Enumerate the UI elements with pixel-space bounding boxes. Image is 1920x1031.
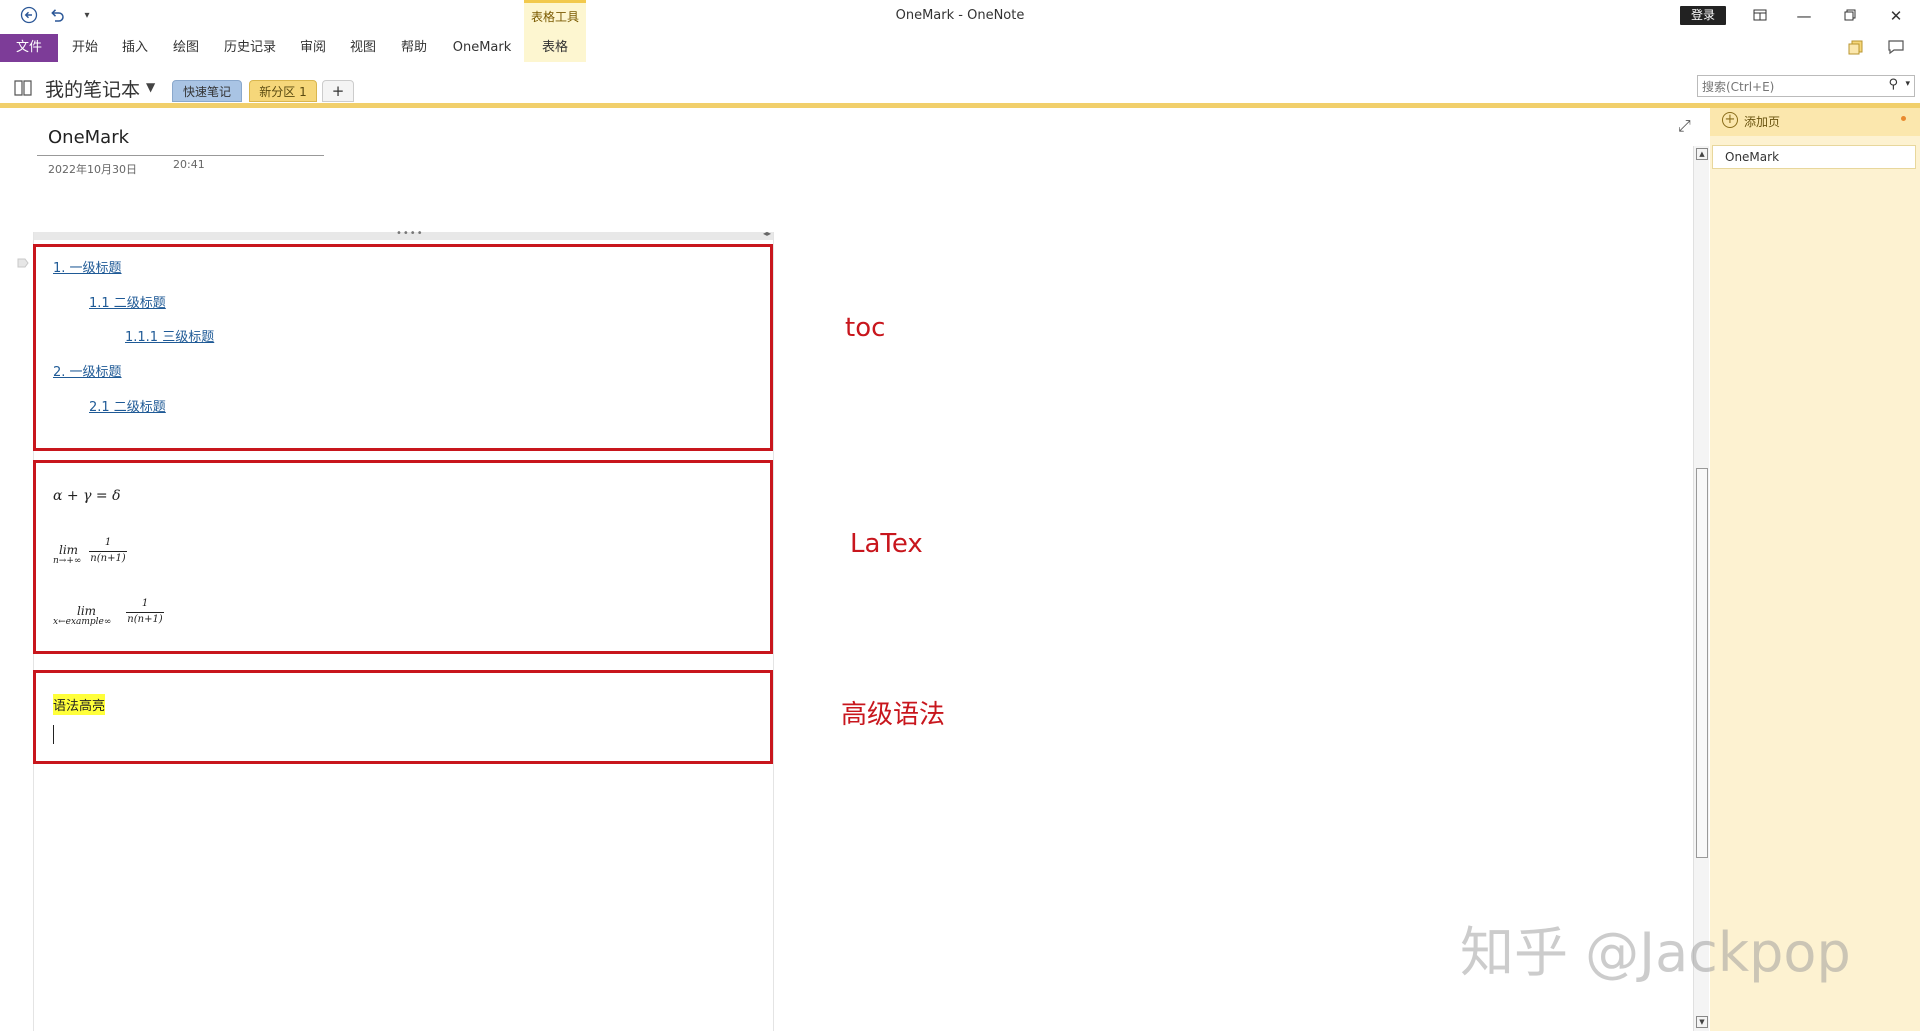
scroll-up-icon[interactable]: ▲: [1696, 148, 1708, 160]
scroll-thumb[interactable]: [1696, 468, 1708, 858]
tab-review[interactable]: 审阅: [296, 34, 330, 62]
toc-link-h1-1[interactable]: 1. 一级标题: [53, 257, 122, 276]
unread-dot-icon: [1901, 116, 1906, 121]
section-tab-new-section-1[interactable]: 新分区 1: [249, 80, 317, 102]
chevron-down-icon[interactable]: ▼: [146, 80, 155, 94]
tab-table[interactable]: 表格: [524, 34, 586, 62]
latex-frac-num-2: 1: [141, 598, 149, 609]
latex-lim-sub-2: x←example∞: [53, 617, 112, 627]
search-input[interactable]: [1698, 77, 1878, 97]
toc-link-h2-2-1[interactable]: 2.1 二级标题: [89, 396, 166, 415]
latex-lim-2: lim: [77, 604, 97, 618]
tab-help[interactable]: 帮助: [397, 34, 431, 62]
restore-icon[interactable]: [1830, 4, 1870, 28]
latex-lim-1: lim: [59, 543, 79, 557]
annotation-advanced: 高级语法: [841, 700, 946, 730]
title-underline: [37, 155, 324, 156]
latex-frac-den-1: n(n+1): [90, 553, 126, 564]
paragraph-handle-icon[interactable]: [17, 253, 29, 268]
page-list-item-label: OneMark: [1725, 150, 1780, 164]
annotation-latex: LaTex: [850, 529, 923, 559]
close-icon[interactable]: ✕: [1876, 4, 1916, 28]
plus-circle-icon: +: [1722, 112, 1738, 128]
tab-insert[interactable]: 插入: [118, 34, 152, 62]
latex-frac-num-1: 1: [104, 537, 112, 548]
tab-history[interactable]: 历史记录: [223, 34, 277, 62]
toc-link-h1-2[interactable]: 2. 一级标题: [53, 361, 122, 380]
latex-frac-line-2: [126, 612, 164, 613]
add-page-button[interactable]: + 添加页: [1710, 108, 1920, 136]
ribbon-tabs: 文件 开始 插入 绘图 历史记录 审阅 视图 帮助 OneMark 表格: [0, 34, 1920, 62]
page-title[interactable]: OneMark: [48, 127, 129, 148]
window-title: OneMark - OneNote: [895, 8, 1025, 23]
login-button[interactable]: 登录: [1680, 6, 1726, 25]
search-icon[interactable]: ⚲: [1888, 77, 1898, 92]
expand-icon[interactable]: ⤢: [1678, 116, 1691, 136]
latex-equation-1[interactable]: α + γ = δ: [53, 488, 121, 504]
search-scope-dropdown-icon[interactable]: ▾: [1905, 79, 1910, 89]
notebook-bar: 我的笔记本 ▼ 快速笔记 新分区 1 + ⚲ ▾: [0, 72, 1920, 104]
notebook-sync-icon[interactable]: [1846, 38, 1866, 58]
latex-lim-sub-1: n→+∞: [53, 556, 82, 566]
resize-arrows-icon[interactable]: ◂▸: [763, 229, 771, 238]
highlighted-text[interactable]: 语法高亮: [53, 694, 106, 715]
tab-draw[interactable]: 绘图: [169, 34, 203, 62]
table-tools-title: 表格工具: [530, 10, 579, 24]
scroll-down-icon[interactable]: ▼: [1696, 1016, 1708, 1028]
page-list-item[interactable]: OneMark: [1712, 145, 1916, 169]
toc-link-h3-1-1-1[interactable]: 1.1.1 三级标题: [125, 326, 214, 345]
add-section-button[interactable]: +: [322, 80, 354, 102]
advanced-syntax-box: [33, 670, 773, 764]
page-time: 20:41: [173, 158, 205, 171]
annotation-toc: toc: [845, 313, 886, 343]
latex-frac-line-1: [89, 551, 127, 552]
title-bar: ▾ OneMark - OneNote 登录 — ✕: [0, 0, 1920, 32]
page-scrollbar[interactable]: ▲ ▼: [1693, 146, 1709, 1031]
search-box: ⚲ ▾: [1697, 75, 1915, 97]
note-container-handle[interactable]: •••• ◂▸: [34, 228, 773, 240]
minimize-icon[interactable]: —: [1784, 4, 1824, 28]
notebook-title[interactable]: 我的笔记本: [45, 75, 140, 102]
toc-box: [33, 244, 773, 451]
latex-frac-den-2: n(n+1): [127, 614, 163, 625]
page-list-pane: + 添加页 OneMark: [1710, 108, 1920, 1031]
text-cursor: [53, 725, 54, 744]
notebook-icon[interactable]: [12, 78, 36, 98]
watermark: 知乎 @Jackpop: [1460, 921, 1851, 984]
section-tab-quick-notes[interactable]: 快速笔记: [172, 80, 242, 102]
comment-icon[interactable]: [1886, 38, 1906, 58]
page-date: 2022年10月30日: [48, 163, 137, 176]
tab-onemark[interactable]: OneMark: [448, 34, 516, 62]
add-page-label: 添加页: [1744, 115, 1781, 129]
tab-home[interactable]: 开始: [68, 34, 102, 62]
tab-view[interactable]: 视图: [346, 34, 380, 62]
tab-file[interactable]: 文件: [0, 34, 58, 62]
drag-grip-icon[interactable]: ••••: [396, 228, 424, 239]
toc-link-h2-1-1[interactable]: 1.1 二级标题: [89, 292, 166, 311]
ribbon-display-icon[interactable]: [1740, 4, 1780, 28]
